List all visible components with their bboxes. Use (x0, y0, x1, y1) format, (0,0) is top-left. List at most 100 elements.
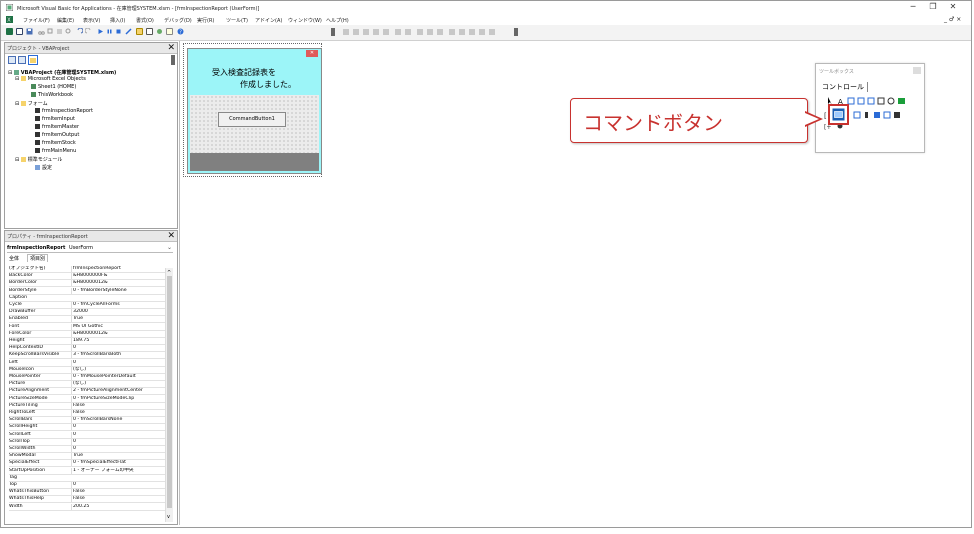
property-value[interactable]: True (71, 453, 169, 460)
minimize-button[interactable]: ─ (907, 2, 919, 11)
object-selector[interactable]: frmInspectionReport UserForm ⌄ (7, 244, 173, 253)
view-object-icon[interactable] (18, 56, 26, 64)
property-value[interactable]: 0 - fmCycleAllForms (71, 302, 169, 308)
property-value[interactable]: 0 (71, 446, 169, 452)
property-value[interactable]: &H8000000F& (71, 273, 169, 280)
property-value[interactable]: &H80000012& (71, 330, 169, 337)
undo-icon[interactable] (76, 28, 83, 35)
properties-close-icon[interactable]: ✕ (167, 231, 175, 241)
menu-edit[interactable]: 編集(E) (57, 17, 74, 24)
save-icon[interactable] (26, 28, 33, 35)
property-value[interactable]: 0 (71, 482, 169, 488)
help-icon[interactable]: ? (177, 28, 184, 35)
inner-window-controls[interactable]: _ ♂ × (944, 16, 961, 23)
tree-item-excel-objects[interactable]: ⊟ Microsoft Excel Objects (15, 76, 86, 82)
insert-userform-icon[interactable] (16, 28, 23, 35)
command-button-tool[interactable] (828, 104, 849, 125)
property-value[interactable]: True (71, 316, 169, 323)
tab-controls[interactable]: コントロール (822, 82, 868, 92)
tree-item-frmitemstock[interactable]: frmItemStock (35, 140, 76, 146)
property-value[interactable]: 200.25 (71, 503, 169, 510)
properties-window-icon[interactable] (146, 28, 153, 35)
design-mode-icon[interactable] (125, 28, 132, 35)
property-value[interactable]: False (71, 410, 169, 416)
property-row[interactable]: SpecialEffect 0 - fmSpecialEffectFlat (9, 460, 167, 468)
tree-item-settings-module[interactable]: 設定 (35, 164, 52, 171)
property-value[interactable]: False (71, 402, 169, 409)
userform-close-icon[interactable]: ✕ (306, 50, 318, 57)
userform-selection-frame[interactable]: ✕ 受入検査記録表を 作成しました。 CommandButton1 (183, 43, 322, 177)
property-row[interactable]: Caption (9, 295, 167, 302)
property-row[interactable]: DrawBuffer 32000 (9, 309, 167, 317)
property-value[interactable]: 3 - fmScrollBarsBoth (71, 352, 169, 359)
tree-item-frmmainmenu[interactable]: frmMainMenu (35, 148, 76, 154)
property-row[interactable]: HelpContextID 0 (9, 345, 169, 353)
restore-button[interactable]: ❐ (927, 2, 939, 11)
tab-categorized[interactable]: 項目別 (27, 254, 49, 262)
tree-item-thisworkbook[interactable]: ThisWorkbook (31, 92, 73, 98)
property-row[interactable]: Font MS UI Gothic (9, 323, 169, 331)
tree-item-vbaproject[interactable]: ⊟ VBAProject (在庫管理SYSTEM.xlsm) (8, 69, 116, 76)
property-row[interactable]: BackColor &H8000000F& (9, 273, 169, 281)
menu-format[interactable]: 書式(O) (136, 17, 154, 24)
menu-window[interactable]: ウィンドウ(W) (288, 17, 322, 24)
property-row[interactable]: StartUpPosition 1 - オーナー フォームの中央 (9, 467, 167, 475)
property-row[interactable]: BorderColor &H80000012& (9, 280, 167, 288)
property-row[interactable]: ScrollLeft 0 (9, 431, 167, 439)
property-row[interactable]: ScrollTop 0 (9, 438, 169, 446)
chevron-down-icon[interactable]: ⌄ (167, 244, 172, 251)
property-value[interactable]: 0 (71, 345, 169, 352)
cut-icon[interactable] (38, 28, 45, 35)
tree-item-frminspectionreport[interactable]: frmInspectionReport (35, 108, 93, 114)
property-value[interactable]: 0 - fmBorderStyleNone (71, 287, 169, 294)
property-row[interactable]: (オブジェクト名) frmInspectionReport (9, 266, 169, 274)
property-row[interactable]: PictureTiling False (9, 402, 169, 410)
property-value[interactable]: 2 - fmPictureAlignmentCenter (71, 388, 169, 395)
message-label[interactable]: 受入検査記録表を 作成しました。 (190, 59, 319, 95)
property-row[interactable]: ScrollHeight 0 (9, 424, 167, 432)
property-row[interactable]: KeepScrollBarsVisible 3 - fmScrollBarsBot… (9, 352, 169, 360)
menu-run[interactable]: 実行(R) (197, 17, 214, 24)
property-row[interactable]: Top 0 (9, 482, 169, 490)
menu-tools[interactable]: ツール(T) (226, 17, 248, 24)
property-value[interactable]: frmInspectionReport (71, 266, 169, 272)
property-row[interactable]: Width 200.25 (9, 503, 169, 511)
property-value[interactable]: MS UI Gothic (71, 323, 169, 330)
property-scrollbar[interactable]: ^ v (165, 268, 173, 522)
property-value[interactable]: 0 (71, 438, 169, 445)
find-icon[interactable] (65, 28, 72, 35)
property-row[interactable]: Left 0 (9, 359, 169, 367)
menu-debug[interactable]: デバッグ(D) (164, 17, 192, 24)
property-row[interactable]: Enabled True (9, 316, 169, 324)
redo-icon[interactable] (85, 28, 92, 35)
project-explorer-close-icon[interactable]: ✕ (167, 43, 175, 53)
userform-designer[interactable]: ✕ 受入検査記録表を 作成しました。 CommandButton1 (187, 48, 322, 174)
property-row[interactable]: PictureAlignment 2 - fmPictureAlignmentCe… (9, 388, 169, 396)
object-browser-icon[interactable] (156, 28, 163, 35)
property-row[interactable]: ForeColor &H80000012& (9, 330, 169, 338)
break-icon[interactable] (106, 28, 113, 35)
property-value[interactable]: 0 (71, 359, 169, 366)
menu-file[interactable]: ファイル(F) (23, 17, 50, 24)
property-row[interactable]: WhatsThisButton False (9, 489, 167, 497)
tree-item-standard-modules[interactable]: ⊟ 標準モジュール (15, 156, 62, 163)
menu-help[interactable]: ヘルプ(H) (326, 17, 349, 24)
property-row[interactable]: ScrollWidth 0 (9, 446, 169, 454)
scroll-down-icon[interactable]: v (167, 514, 170, 520)
command-button-1[interactable]: CommandButton1 (218, 112, 286, 127)
property-value[interactable]: 0 - fmPictureSizeModeClip (71, 395, 169, 402)
property-row[interactable]: WhatsThisHelp False (9, 496, 167, 504)
run-icon[interactable] (97, 28, 104, 35)
tree-item-forms[interactable]: ⊟ フォーム (15, 100, 48, 107)
tree-item-frmitemmaster[interactable]: frmItemMaster (35, 124, 79, 130)
property-row[interactable]: ShowModal True (9, 453, 169, 461)
tree-item-sheet1[interactable]: Sheet1 (HOME) (31, 84, 76, 90)
menu-view[interactable]: 表示(V) (83, 17, 100, 24)
scroll-thumb[interactable] (167, 276, 172, 508)
toolbox-close-icon[interactable] (913, 67, 921, 74)
property-row[interactable]: RightToLeft False (9, 410, 169, 418)
property-row[interactable]: Height 189.75 (9, 338, 167, 346)
paste-icon[interactable] (56, 28, 63, 35)
excel-icon[interactable] (6, 28, 13, 35)
pane-grip[interactable] (171, 55, 175, 65)
